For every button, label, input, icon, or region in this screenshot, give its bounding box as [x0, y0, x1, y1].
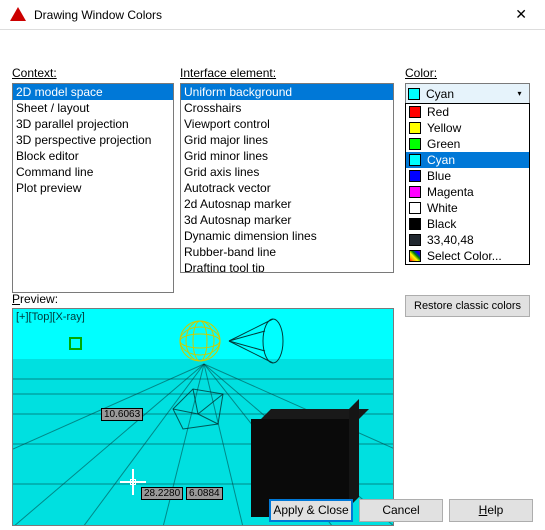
interface-element-item[interactable]: Autotrack vector	[181, 180, 393, 196]
interface-element-listbox[interactable]: Uniform backgroundCrosshairsViewport con…	[180, 83, 394, 273]
window-title: Drawing Window Colors	[34, 8, 507, 22]
selected-color-swatch	[408, 88, 420, 100]
apply-close-button[interactable]: Apply & Close	[269, 499, 353, 522]
color-option-label: Red	[427, 105, 449, 119]
color-option-label: Cyan	[427, 153, 455, 167]
selected-color-name: Cyan	[426, 87, 454, 101]
color-option-label: Green	[427, 137, 460, 151]
color-option-label: 33,40,48	[427, 233, 474, 247]
restore-classic-colors-button[interactable]: Restore classic colors	[405, 295, 530, 317]
context-label: Context:	[12, 66, 57, 80]
interface-element-panel: Interface element: Uniform backgroundCro…	[180, 66, 394, 273]
interface-element-item[interactable]: 2d Autosnap marker	[181, 196, 393, 212]
color-option[interactable]: Cyan	[406, 152, 529, 168]
context-item[interactable]: 3D perspective projection	[13, 132, 173, 148]
color-option[interactable]: Green	[406, 136, 529, 152]
interface-element-item[interactable]: Uniform background	[181, 84, 393, 100]
color-swatch-icon	[409, 170, 421, 182]
color-swatch-icon	[409, 186, 421, 198]
preview-snap-marker	[69, 337, 82, 350]
color-option[interactable]: Magenta	[406, 184, 529, 200]
color-swatch-icon	[409, 138, 421, 150]
title-bar: Drawing Window Colors ✕	[0, 0, 545, 30]
preview-hud: [+][Top][X-ray]	[16, 311, 85, 323]
preview-cone-wireframe	[227, 317, 287, 365]
color-swatch-icon	[409, 218, 421, 230]
context-item[interactable]: 3D parallel projection	[13, 116, 173, 132]
color-option[interactable]: Red	[406, 104, 529, 120]
preview-sphere-wireframe	[178, 319, 222, 363]
chevron-down-icon[interactable]: ▾	[512, 85, 527, 102]
preview-label: Preview:	[12, 292, 58, 306]
color-swatch-icon	[409, 234, 421, 246]
dialog-button-row: Apply & Close Cancel Help	[0, 499, 545, 522]
color-option-label: Yellow	[427, 121, 461, 135]
interface-element-item[interactable]: Rubber-band line	[181, 244, 393, 260]
context-listbox[interactable]: 2D model spaceSheet / layout3D parallel …	[12, 83, 174, 293]
context-item[interactable]: Sheet / layout	[13, 100, 173, 116]
cancel-button[interactable]: Cancel	[359, 499, 443, 522]
color-option[interactable]: Select Color...	[406, 248, 529, 264]
preview-viewport: [+][Top][X-ray]	[12, 308, 394, 526]
interface-element-label: Interface element:	[180, 66, 276, 80]
color-dropdown[interactable]: Red Yellow Green Cyan Blue Magenta White Black 3…	[405, 103, 530, 265]
autocad-logo-icon	[10, 7, 26, 23]
color-option-label: Black	[427, 217, 456, 231]
color-panel: Color: Cyan ▾ RedYellowGreenCyanBlueMage…	[405, 66, 530, 104]
preview-coord-1: 10.6063	[101, 408, 143, 421]
color-swatch-icon	[409, 202, 421, 214]
interface-element-item[interactable]: Grid axis lines	[181, 164, 393, 180]
help-button[interactable]: Help	[449, 499, 533, 522]
color-option-label: White	[427, 201, 458, 215]
close-icon[interactable]: ✕	[507, 2, 535, 27]
context-item[interactable]: Command line	[13, 164, 173, 180]
color-swatch-icon	[409, 250, 421, 262]
color-option[interactable]: Black	[406, 216, 529, 232]
color-option-label: Select Color...	[427, 249, 502, 263]
color-option[interactable]: Yellow	[406, 120, 529, 136]
interface-element-item[interactable]: Viewport control	[181, 116, 393, 132]
context-item[interactable]: Block editor	[13, 148, 173, 164]
color-swatch-icon	[409, 106, 421, 118]
color-swatch-icon	[409, 154, 421, 166]
color-option[interactable]: Blue	[406, 168, 529, 184]
context-item[interactable]: 2D model space	[13, 84, 173, 100]
interface-element-item[interactable]: Crosshairs	[181, 100, 393, 116]
preview-center-wireframe	[163, 379, 243, 439]
color-option[interactable]: White	[406, 200, 529, 216]
interface-element-item[interactable]: Grid minor lines	[181, 148, 393, 164]
color-option-label: Blue	[427, 169, 451, 183]
color-option[interactable]: 33,40,48	[406, 232, 529, 248]
color-combobox[interactable]: Cyan ▾	[405, 83, 530, 104]
color-swatch-icon	[409, 122, 421, 134]
color-option-label: Magenta	[427, 185, 474, 199]
interface-element-item[interactable]: Drafting tool tip	[181, 260, 393, 273]
interface-element-item[interactable]: Grid major lines	[181, 132, 393, 148]
context-item[interactable]: Plot preview	[13, 180, 173, 196]
interface-element-item[interactable]: Dynamic dimension lines	[181, 228, 393, 244]
color-label: Color:	[405, 66, 437, 80]
interface-element-item[interactable]: 3d Autosnap marker	[181, 212, 393, 228]
context-panel: Context: 2D model spaceSheet / layout3D …	[12, 66, 174, 293]
